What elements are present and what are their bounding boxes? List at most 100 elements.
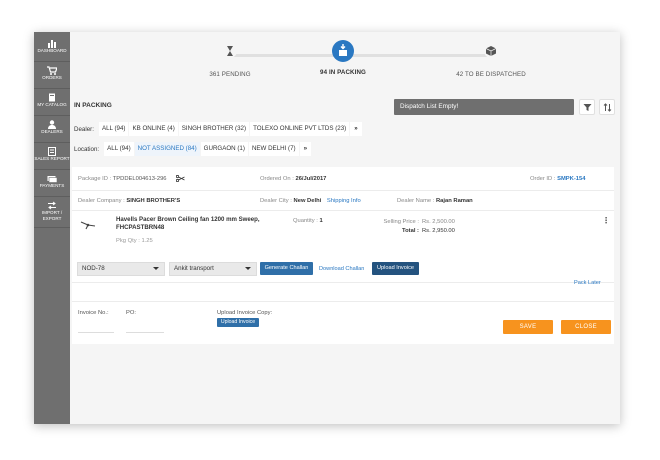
dealer-filter: Dealer: ALL (94) KB ONLINE (4) SINGH BRO…	[74, 122, 363, 136]
dealer-company-value: SINGH BROTHER'S	[126, 198, 181, 204]
close-button[interactable]: CLOSE	[561, 320, 611, 334]
package-id-label: Package ID :	[78, 176, 112, 182]
location-chip-selected[interactable]: NOT ASSIGNED (84)	[134, 142, 200, 156]
sidebar-item-sales-report[interactable]: SALES REPORT	[34, 144, 70, 170]
step-label: 94 IN PACKING	[320, 69, 366, 76]
order-card: Package ID : TPDDEL004613-296 Ordered On…	[72, 167, 614, 344]
step-to-be-dispatched[interactable]: 42 TO BE DISPATCHED	[431, 44, 551, 78]
location-chip[interactable]: NEW DELHI (7)	[248, 142, 299, 156]
save-button[interactable]: SAVE	[503, 320, 553, 334]
sidebar-item-label: SALES REPORT	[34, 156, 70, 161]
upload-invoice-button[interactable]: Upload Invoice	[372, 262, 419, 275]
product-quantity: Quantity : 1	[293, 218, 323, 224]
user-icon	[48, 120, 56, 129]
vehicle-select[interactable]: NOD-78	[77, 262, 165, 276]
sidebar-item-orders[interactable]: ORDERS	[34, 63, 70, 89]
cart-icon	[47, 66, 57, 75]
sidebar-item-label: PAYMENTS	[39, 183, 65, 188]
dealer-chip[interactable]: KB ONLINE (4)	[129, 122, 178, 136]
pack-later-link[interactable]: Pack Later	[574, 280, 601, 286]
sidebar: DASHBOARD ORDERS MY CATALOG DEALERS SALE…	[34, 32, 70, 424]
dealer-city-value: New Delhi	[293, 198, 322, 204]
quantity-label: Quantity :	[293, 218, 318, 224]
app-window: DASHBOARD ORDERS MY CATALOG DEALERS SALE…	[34, 32, 620, 424]
bar-chart-icon	[48, 40, 56, 48]
invoice-no-label: Invoice No.:	[78, 310, 109, 316]
selling-price-row: Selling Price : Rs. 2,500.00	[368, 218, 458, 227]
step-label: 361 PENDING	[209, 71, 251, 78]
dealer-city: Dealer City : New Delhi Shipping Info	[260, 198, 361, 204]
transport-select[interactable]: Ankit transport	[169, 262, 257, 276]
po-label: PO:	[126, 310, 136, 316]
location-chip[interactable]: GURGAON (1)	[200, 142, 248, 156]
selling-price-value: Rs. 2,500.00	[422, 219, 455, 225]
ceiling-fan-icon	[80, 221, 96, 230]
dealer-chip[interactable]: SINGH BROTHER (32)	[178, 122, 250, 136]
dealer-chip[interactable]: TOLEXO ONLINE PVT LTDS (23)	[250, 122, 350, 136]
sidebar-item-dealers[interactable]: DEALERS	[34, 117, 70, 143]
generate-challan-button[interactable]: Generate Challan	[260, 262, 313, 275]
download-challan-link[interactable]: Download Challan	[319, 266, 364, 272]
total-row: Total : Rs. 2,950.00	[368, 227, 458, 236]
order-id-value[interactable]: SMPK-154	[557, 176, 585, 182]
scissors-icon[interactable]	[176, 175, 185, 182]
report-icon	[48, 147, 56, 156]
total-value: Rs. 2,950.00	[422, 228, 455, 234]
step-pending[interactable]: 361 PENDING	[170, 44, 290, 78]
divider	[72, 282, 614, 283]
chevron-down-icon	[245, 267, 251, 270]
total-label: Total :	[402, 228, 419, 234]
hourglass-icon	[223, 44, 237, 58]
step-in-packing[interactable]: 94 IN PACKING	[283, 40, 403, 76]
dealer-chip[interactable]: ALL (94)	[98, 122, 129, 136]
filter-icon	[583, 104, 591, 111]
page-title: IN PACKING	[74, 102, 112, 109]
chevron-down-icon	[153, 267, 159, 270]
packing-icon	[332, 40, 354, 62]
dealer-city-label: Dealer City :	[260, 198, 292, 204]
sidebar-item-label: DEALERS	[41, 129, 63, 134]
dealer-more-button[interactable]: »	[350, 122, 362, 136]
product-pkg-qty: Pkg Qty : 1.25	[116, 238, 153, 244]
shipping-info-link[interactable]: Shipping Info	[327, 198, 361, 204]
location-filter-label: Location:	[74, 145, 100, 153]
cash-icon	[47, 176, 57, 183]
ordered-on: Ordered On : 26/Jul/2017	[260, 176, 326, 182]
upload-invoice-copy-label: Upload Invoice Copy:	[217, 310, 273, 316]
dealer-company: Dealer Company : SINGH BROTHER'S	[78, 198, 180, 204]
invoice-no-input[interactable]	[78, 332, 114, 333]
step-label: 42 TO BE DISPATCHED	[456, 71, 526, 78]
divider	[72, 190, 614, 191]
filter-button[interactable]	[579, 99, 595, 115]
po-input[interactable]	[126, 332, 164, 333]
divider	[72, 301, 614, 302]
sidebar-item-payments[interactable]: PAYMENTS	[34, 171, 70, 197]
sort-button[interactable]	[599, 99, 615, 115]
dealer-name-label: Dealer Name :	[397, 198, 435, 204]
dispatch-list-box[interactable]: Dispatch List Empty!	[394, 99, 574, 115]
divider	[72, 210, 614, 211]
sidebar-item-my-catalog[interactable]: MY CATALOG	[34, 90, 70, 116]
transport-select-value: Ankit transport	[174, 265, 214, 272]
transfer-icon	[48, 201, 56, 210]
package-id-value: TPDDEL004613-296	[112, 176, 167, 182]
sidebar-item-label: MY CATALOG	[37, 102, 67, 107]
product-name: Havells Pacer Brown Ceiling fan 1200 mm …	[116, 216, 260, 231]
ordered-on-value: 26/Jul/2017	[295, 176, 327, 182]
main-content: 361 PENDING 94 IN PACKING 42 TO BE DISPA…	[70, 32, 620, 424]
box-icon	[484, 44, 498, 58]
upload-invoice-copy-button[interactable]: Upload Invoice	[217, 318, 259, 327]
more-options-icon[interactable]: ⋮	[602, 216, 610, 225]
order-id: Order ID : SMPK-154	[530, 176, 585, 182]
sidebar-item-dashboard[interactable]: DASHBOARD	[34, 36, 70, 62]
location-chip[interactable]: ALL (94)	[104, 142, 134, 156]
ordered-on-label: Ordered On :	[260, 176, 294, 182]
selling-price-label: Selling Price :	[383, 219, 419, 225]
sort-icon	[603, 103, 611, 112]
sidebar-item-label: ORDERS	[42, 75, 62, 80]
sidebar-item-label: DASHBOARD	[37, 48, 67, 53]
dealer-filter-label: Dealer:	[74, 125, 94, 133]
book-icon	[49, 93, 55, 102]
location-more-button[interactable]: »	[299, 142, 312, 156]
sidebar-item-import-export[interactable]: IMPORT / EXPORT	[34, 198, 70, 228]
